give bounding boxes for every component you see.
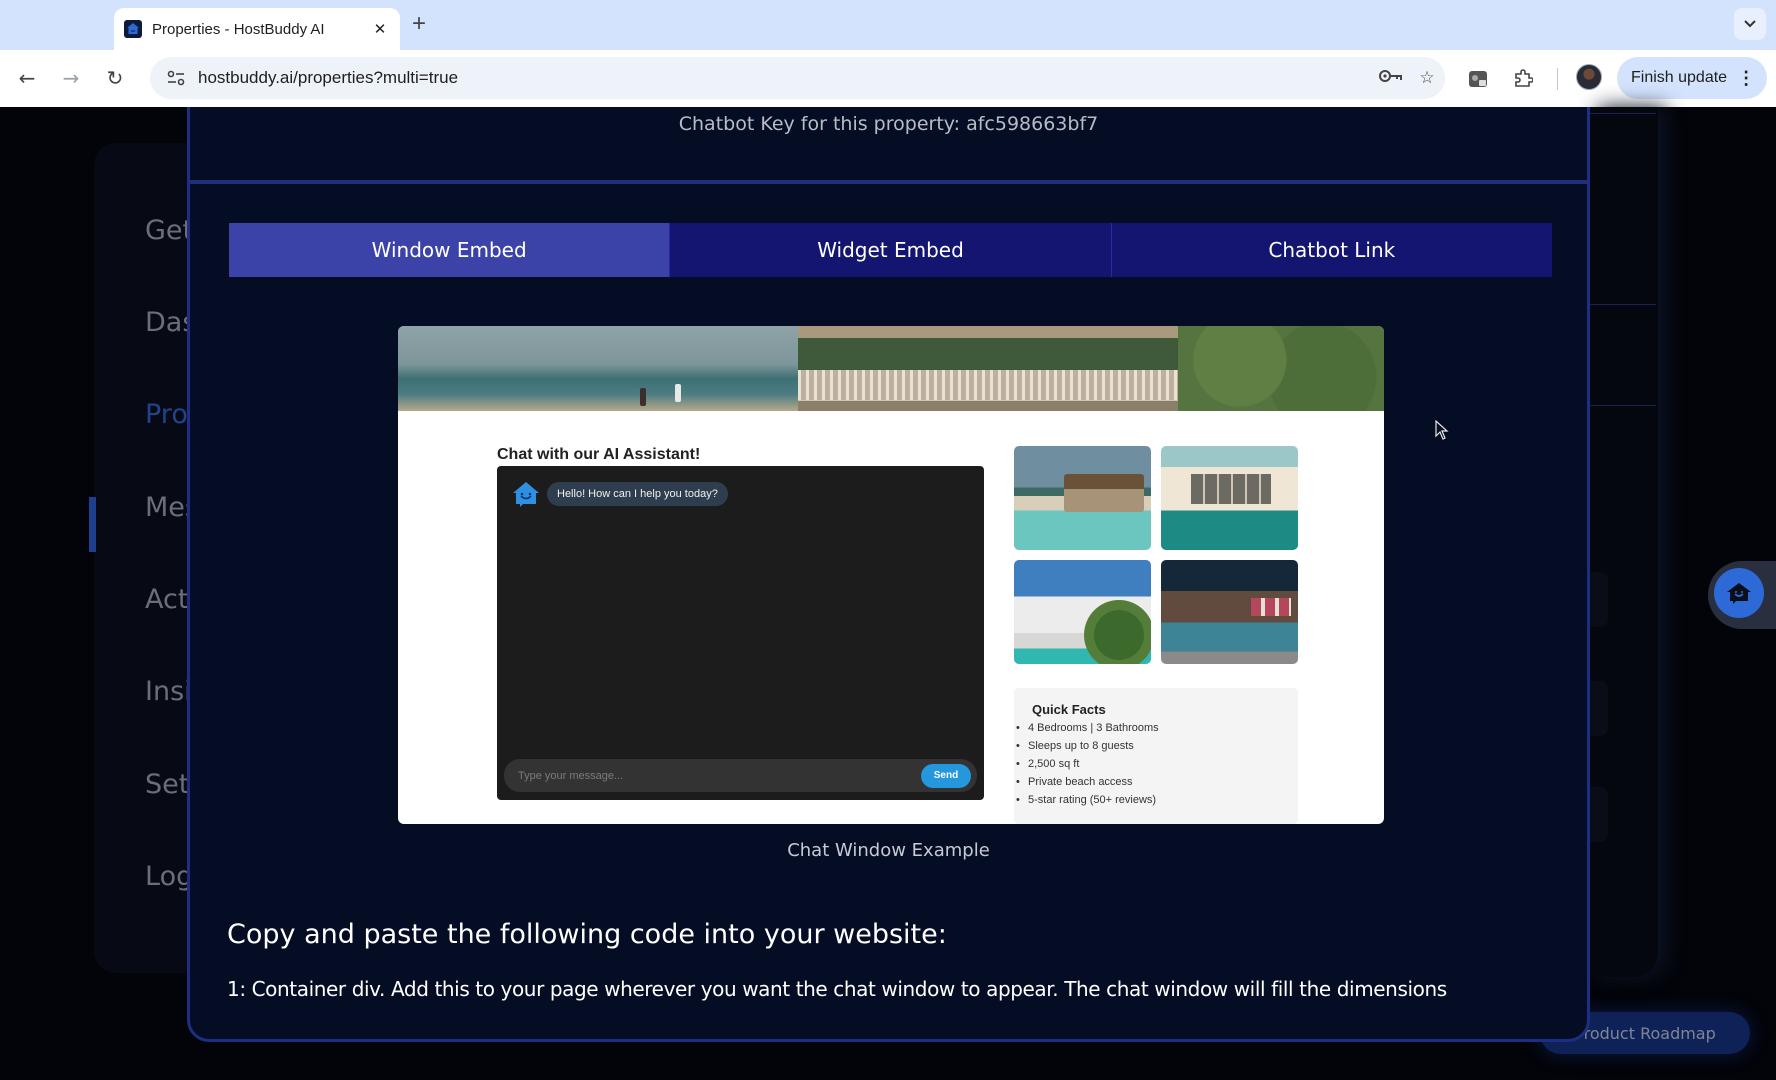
- chat-window: Hello! How can I help you today? Send: [497, 466, 984, 800]
- poolside-villa-photo: [1161, 446, 1298, 550]
- tab-widget-embed[interactable]: Widget Embed: [669, 223, 1111, 277]
- chat-title: Chat with our AI Assistant!: [497, 446, 701, 463]
- tab-close-icon[interactable]: ✕: [370, 20, 390, 38]
- toolbar-divider: [1557, 68, 1558, 90]
- beach-bungalow-photo: [1014, 446, 1151, 550]
- browser-menu-icon[interactable]: ⋮: [1737, 68, 1755, 89]
- modal-viewport: Chatbot Key for this property: afc598663…: [0, 107, 1776, 1080]
- hero-person: [675, 384, 681, 402]
- hero-railing: [798, 370, 1218, 400]
- star-icon[interactable]: ☆: [1409, 68, 1445, 88]
- browser-tab-properties[interactable]: Properties - HostBuddy AI ✕: [114, 8, 400, 50]
- embed-modal: Chatbot Key for this property: afc598663…: [187, 107, 1590, 1042]
- hostbuddy-favicon-icon: [124, 20, 142, 38]
- quick-fact-item: Private beach access: [1016, 773, 1298, 791]
- finish-update-label: Finish update: [1631, 69, 1728, 86]
- forward-arrow-icon[interactable]: →: [57, 64, 85, 92]
- quick-facts-card: Quick Facts 4 Bedrooms | 3 Bathrooms Sle…: [1014, 688, 1298, 824]
- hero-beach-photo: [398, 326, 1384, 411]
- chat-message-input[interactable]: [504, 769, 921, 782]
- browser-toolbar: ← → ↻ hostbuddy.ai/properties?multi=true…: [0, 50, 1776, 107]
- site-info-tune-icon[interactable]: [158, 70, 194, 86]
- night-pool-courtyard-photo: [1161, 560, 1298, 664]
- send-button[interactable]: Send: [921, 763, 971, 788]
- bot-message: Hello! How can I help you today?: [511, 480, 728, 508]
- tab-window-embed[interactable]: Window Embed: [229, 223, 670, 277]
- bot-greeting-bubble: Hello! How can I help you today?: [547, 482, 728, 506]
- quick-facts-title: Quick Facts: [1032, 702, 1106, 717]
- mouse-cursor-icon: [1435, 420, 1449, 440]
- tab-title: Properties - HostBuddy AI: [152, 20, 325, 38]
- extension-app-icon[interactable]: [1463, 64, 1493, 94]
- reload-icon[interactable]: ↻: [101, 64, 129, 92]
- quick-fact-item: 5-star rating (50+ reviews): [1016, 791, 1298, 809]
- tab-search-chevron-down-icon[interactable]: [1734, 8, 1766, 40]
- chat-window-preview-image: Chat with our AI Assistant! Hello! How c…: [398, 326, 1384, 824]
- key-icon[interactable]: [1373, 68, 1409, 88]
- new-tab-button[interactable]: +: [412, 10, 426, 38]
- browser-tab-strip: Properties - HostBuddy AI ✕ +: [0, 0, 1776, 50]
- address-bar[interactable]: hostbuddy.ai/properties?multi=true ☆: [150, 57, 1445, 99]
- hero-person: [640, 388, 646, 406]
- finish-update-button[interactable]: Finish update ⋮: [1617, 57, 1767, 99]
- step-1-instructions: 1: Container div. Add this to your page …: [227, 977, 1447, 1001]
- bot-avatar-house-icon: [513, 482, 539, 507]
- quick-fact-item: Sleeps up to 8 guests: [1016, 737, 1298, 755]
- back-arrow-icon[interactable]: ←: [13, 64, 41, 92]
- hero-trees: [1178, 326, 1384, 411]
- chatbot-key-text: Chatbot Key for this property: afc598663…: [678, 113, 1099, 135]
- profile-avatar[interactable]: [1576, 64, 1602, 90]
- embed-tabs: Window Embed Widget Embed Chatbot Link: [229, 223, 1552, 277]
- tab-chatbot-link[interactable]: Chatbot Link: [1110, 223, 1552, 277]
- url-text[interactable]: hostbuddy.ai/properties?multi=true: [198, 68, 1373, 88]
- modern-white-villa-photo: [1014, 560, 1151, 664]
- preview-caption: Chat Window Example: [787, 840, 990, 861]
- quick-fact-item: 2,500 sq ft: [1016, 755, 1298, 773]
- copy-code-heading: Copy and paste the following code into y…: [227, 919, 947, 950]
- puzzle-extensions-icon[interactable]: [1508, 64, 1538, 94]
- modal-divider: [190, 180, 1587, 184]
- chat-input-row: Send: [504, 759, 977, 792]
- quick-fact-item: 4 Bedrooms | 3 Bathrooms: [1016, 719, 1298, 737]
- quick-facts-list: 4 Bedrooms | 3 Bathrooms Sleeps up to 8 …: [1016, 719, 1298, 809]
